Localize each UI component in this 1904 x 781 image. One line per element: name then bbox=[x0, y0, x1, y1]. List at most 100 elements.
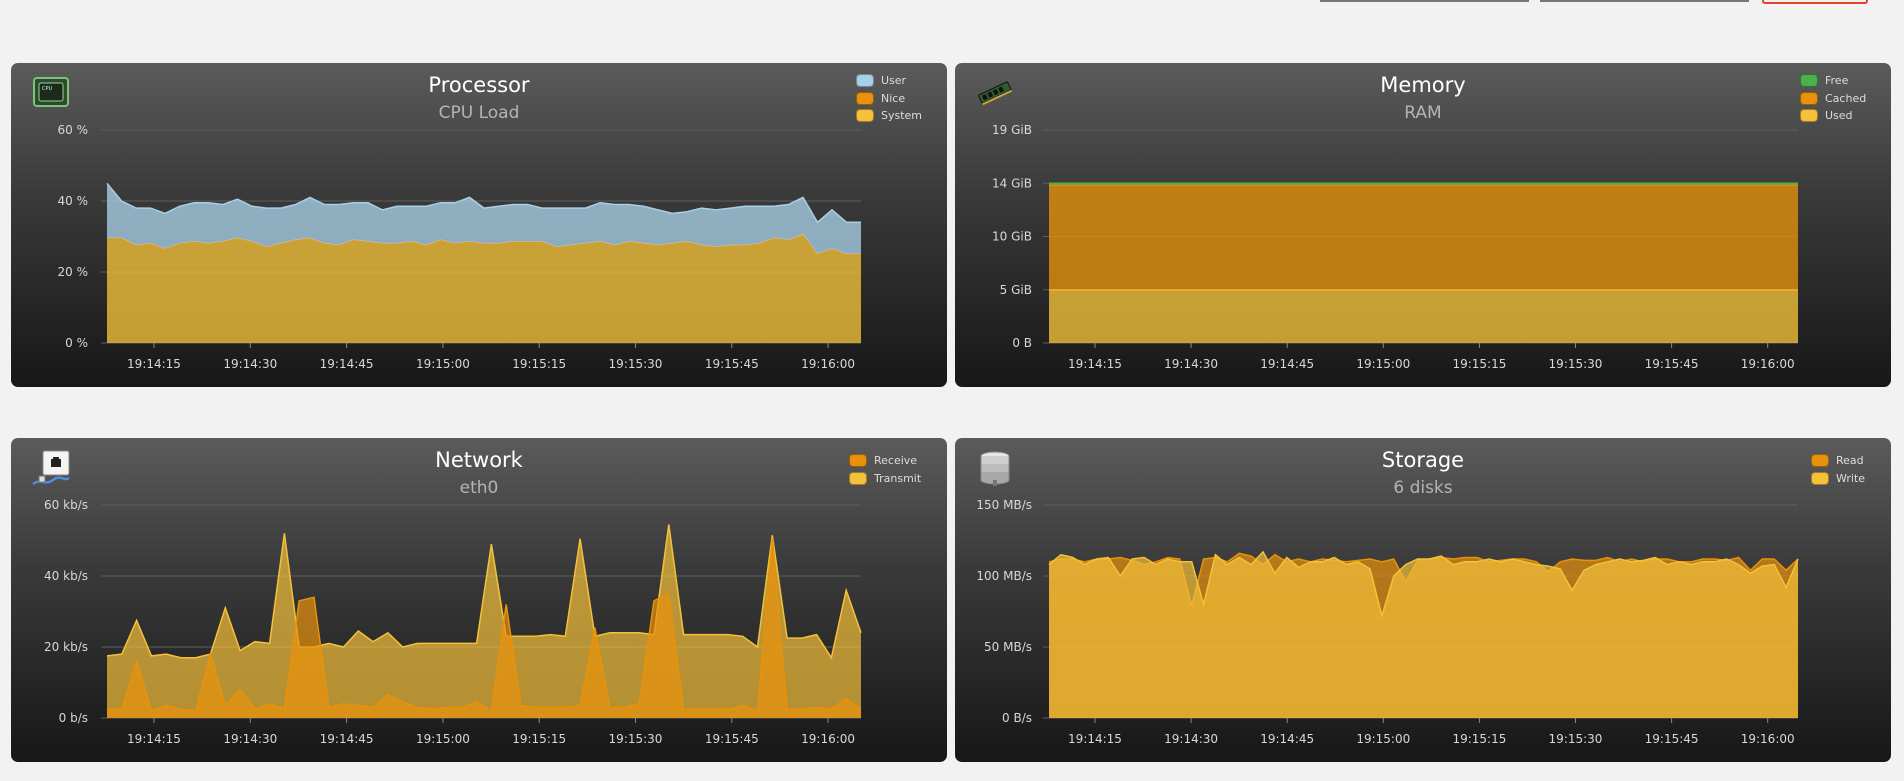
legend-label: System bbox=[881, 109, 923, 123]
panel-title: Network bbox=[435, 448, 523, 472]
legend-item-write[interactable]: Write bbox=[1811, 470, 1865, 488]
y-tick-label: 19 GiB bbox=[992, 123, 1032, 137]
network-panel: 0 b/s 20 kb/s 40 kb/s 60 kb/s 19:14:15 19:14:… bbox=[11, 438, 947, 762]
legend-swatch bbox=[856, 109, 874, 123]
legend-label: Receive bbox=[874, 454, 918, 468]
legend-label: Transmit bbox=[874, 471, 922, 485]
legend-label: User bbox=[881, 74, 907, 88]
legend-swatch bbox=[1811, 454, 1829, 468]
x-tick-label: 19:14:45 bbox=[1260, 357, 1314, 371]
legend: Read Write bbox=[1811, 452, 1865, 487]
legend-label: Read bbox=[1836, 454, 1864, 468]
legend: User Nice System bbox=[856, 72, 922, 125]
legend-swatch bbox=[1800, 91, 1818, 105]
x-tick-label: 19:14:15 bbox=[127, 732, 181, 746]
x-tick-label: 19:14:30 bbox=[1164, 732, 1218, 746]
panel-title: Storage bbox=[1381, 448, 1465, 472]
y-tick-label: 40 % bbox=[58, 194, 89, 208]
legend-swatch bbox=[1811, 471, 1829, 485]
legend-item-transmit[interactable]: Transmit bbox=[849, 470, 921, 488]
series-area-used bbox=[1049, 289, 1798, 343]
top-red-button[interactable] bbox=[1762, 0, 1868, 4]
series-area-cached bbox=[1049, 184, 1798, 290]
y-tick-label: 60 % bbox=[58, 123, 89, 137]
legend: Free Cached Used bbox=[1800, 72, 1866, 125]
x-tick-label: 19:16:00 bbox=[801, 732, 855, 746]
x-tick-label: 19:14:45 bbox=[320, 357, 374, 371]
y-tick-label: 150 MB/s bbox=[976, 498, 1032, 512]
series-area-write bbox=[1049, 551, 1798, 718]
x-tick-label: 19:15:00 bbox=[416, 357, 470, 371]
y-tick-label: 14 GiB bbox=[992, 176, 1032, 190]
x-tick-label: 19:14:45 bbox=[320, 732, 374, 746]
x-tick-label: 19:14:15 bbox=[1068, 357, 1122, 371]
x-tick-label: 19:15:30 bbox=[1549, 357, 1603, 371]
processor-panel: 0 % 20 % 40 % 60 % 19:14:15 19:14:30 19:14:45 1… bbox=[11, 63, 947, 387]
legend-item-receive[interactable]: Receive bbox=[849, 452, 921, 470]
x-tick-label: 19:16:00 bbox=[801, 357, 855, 371]
panel-subtitle: CPU Load bbox=[438, 103, 520, 123]
legend-label: Cached bbox=[1825, 91, 1867, 105]
x-tick-label: 19:15:45 bbox=[705, 732, 759, 746]
storage-panel: 0 B/s 50 MB/s 100 MB/s 150 MB/s 19:14:15 19:1… bbox=[955, 438, 1891, 762]
y-tick-label: 0 B bbox=[1012, 336, 1032, 350]
legend-label: Used bbox=[1825, 109, 1853, 123]
panel-subtitle: RAM bbox=[1404, 103, 1442, 123]
x-tick-label: 19:15:00 bbox=[1356, 732, 1410, 746]
legend-label: Nice bbox=[881, 91, 906, 105]
y-tick-label: 50 MB/s bbox=[984, 640, 1032, 654]
legend-swatch bbox=[1800, 74, 1818, 88]
y-tick-label: 100 MB/s bbox=[976, 569, 1032, 583]
legend-item-read[interactable]: Read bbox=[1811, 452, 1865, 470]
legend-label: Free bbox=[1825, 74, 1849, 88]
legend-item-system[interactable]: System bbox=[856, 107, 922, 125]
y-tick-label: 5 GiB bbox=[1000, 283, 1032, 297]
x-tick-label: 19:15:45 bbox=[705, 357, 759, 371]
memory-panel: 0 B 5 GiB 10 GiB 14 GiB 19 GiB 19:14:15 19:14:… bbox=[955, 63, 1891, 387]
y-tick-label: 20 kb/s bbox=[44, 640, 88, 654]
x-tick-label: 19:15:45 bbox=[1645, 732, 1699, 746]
x-tick-label: 19:15:00 bbox=[1356, 357, 1410, 371]
legend: Receive Transmit bbox=[849, 452, 921, 487]
y-tick-label: 60 kb/s bbox=[44, 498, 88, 512]
legend-item-nice[interactable]: Nice bbox=[856, 90, 922, 108]
x-tick-label: 19:14:45 bbox=[1260, 732, 1314, 746]
x-tick-label: 19:16:00 bbox=[1741, 357, 1795, 371]
x-tick-label: 19:15:15 bbox=[1452, 357, 1506, 371]
legend-label: Write bbox=[1836, 471, 1866, 485]
x-tick-label: 19:15:30 bbox=[609, 357, 663, 371]
x-tick-label: 19:15:45 bbox=[1645, 357, 1699, 371]
x-tick-label: 19:14:30 bbox=[1164, 357, 1218, 371]
y-tick-label: 0 B/s bbox=[1002, 711, 1032, 725]
y-tick-label: 40 kb/s bbox=[44, 569, 88, 583]
y-tick-label: 20 % bbox=[58, 265, 89, 279]
x-tick-label: 19:14:15 bbox=[1068, 732, 1122, 746]
legend-item-cached[interactable]: Cached bbox=[1800, 90, 1866, 108]
panel-title: Processor bbox=[428, 73, 530, 97]
legend-item-used[interactable]: Used bbox=[1800, 107, 1866, 125]
x-tick-label: 19:15:15 bbox=[512, 732, 566, 746]
legend-swatch bbox=[849, 471, 867, 485]
x-tick-label: 19:14:15 bbox=[127, 357, 181, 371]
x-tick-label: 19:14:30 bbox=[223, 357, 277, 371]
legend-swatch bbox=[856, 91, 874, 105]
x-tick-label: 19:15:00 bbox=[416, 732, 470, 746]
x-tick-label: 19:15:15 bbox=[512, 357, 566, 371]
series-area-system bbox=[107, 234, 861, 343]
x-tick-label: 19:16:00 bbox=[1741, 732, 1795, 746]
top-tab-underline-2[interactable] bbox=[1540, 0, 1749, 2]
x-tick-label: 19:15:30 bbox=[1549, 732, 1603, 746]
legend-swatch bbox=[1800, 109, 1818, 123]
x-tick-label: 19:15:30 bbox=[609, 732, 663, 746]
y-tick-label: 0 % bbox=[65, 336, 88, 350]
legend-item-free[interactable]: Free bbox=[1800, 72, 1866, 90]
panel-subtitle: eth0 bbox=[459, 478, 499, 498]
panel-title: Memory bbox=[1380, 73, 1466, 97]
x-tick-label: 19:14:30 bbox=[223, 732, 277, 746]
panel-subtitle: 6 disks bbox=[1393, 478, 1453, 498]
y-tick-label: 0 b/s bbox=[59, 711, 88, 725]
top-tab-underline-1[interactable] bbox=[1320, 0, 1529, 2]
x-tick-label: 19:15:15 bbox=[1452, 732, 1506, 746]
y-tick-label: 10 GiB bbox=[992, 230, 1032, 244]
legend-item-user[interactable]: User bbox=[856, 72, 922, 90]
